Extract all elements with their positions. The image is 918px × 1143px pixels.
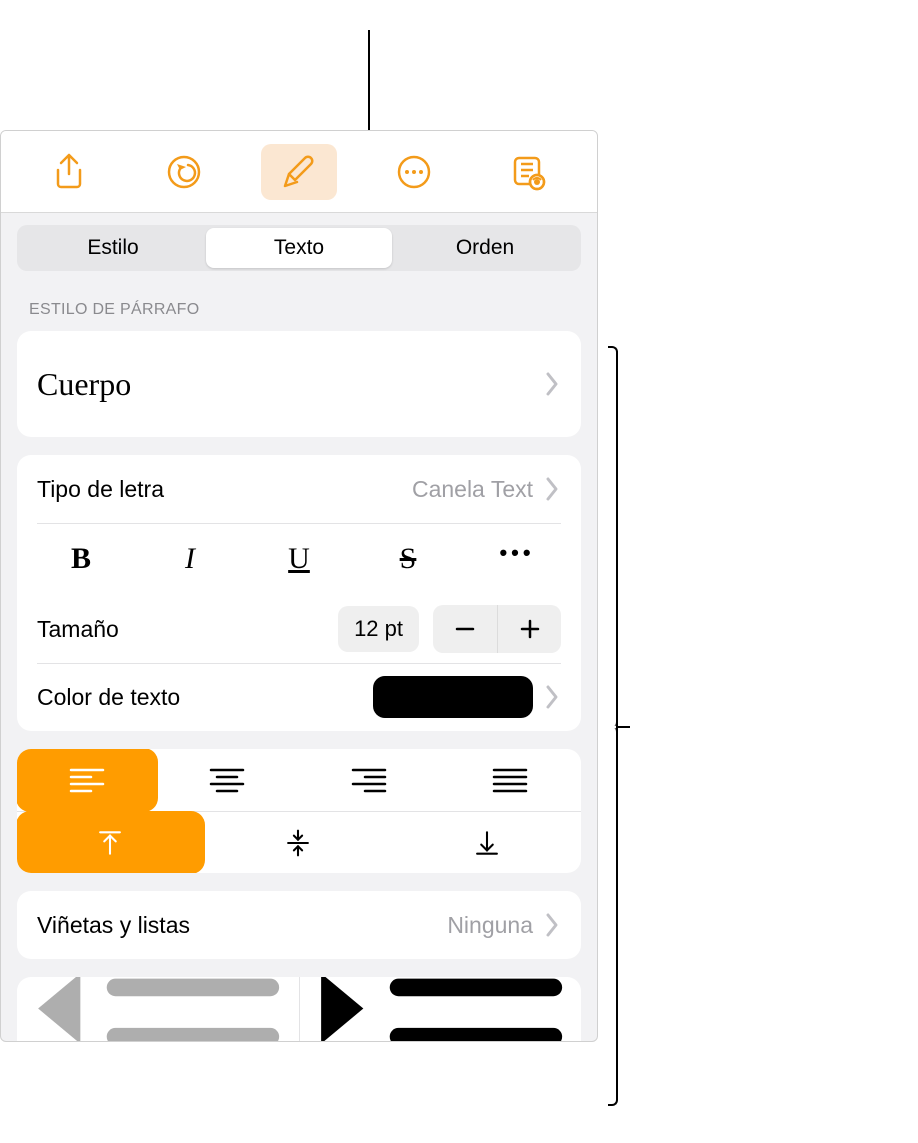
reader-icon bbox=[509, 152, 549, 192]
reader-button[interactable] bbox=[491, 144, 567, 200]
valign-middle-button[interactable] bbox=[204, 812, 393, 873]
chevron-right-icon bbox=[543, 370, 561, 398]
outdent-icon bbox=[17, 977, 299, 1041]
font-family-label: Tipo de letra bbox=[37, 476, 412, 503]
align-justify-icon bbox=[492, 766, 528, 794]
valign-middle-icon bbox=[280, 829, 316, 857]
undo-icon bbox=[164, 152, 204, 192]
underline-button[interactable]: U bbox=[255, 534, 343, 584]
alignment-card bbox=[17, 749, 581, 873]
font-family-value: Canela Text bbox=[412, 476, 533, 503]
bullets-value: Ninguna bbox=[447, 912, 533, 939]
chevron-right-icon bbox=[543, 475, 561, 503]
chevron-right-icon bbox=[543, 683, 561, 711]
plus-icon bbox=[519, 618, 541, 640]
font-style-row: B I U S ••• bbox=[17, 523, 581, 595]
bullets-card: Viñetas y listas Ninguna bbox=[17, 891, 581, 959]
horizontal-align-row bbox=[17, 749, 581, 811]
undo-button[interactable] bbox=[146, 144, 222, 200]
chevron-right-icon bbox=[543, 911, 561, 939]
tab-segmented-control: Estilo Texto Orden bbox=[17, 225, 581, 271]
paragraph-style-card: Cuerpo bbox=[17, 331, 581, 437]
valign-bottom-button[interactable] bbox=[392, 812, 581, 873]
share-button[interactable] bbox=[31, 144, 107, 200]
valign-top-button[interactable] bbox=[17, 811, 205, 873]
align-left-icon bbox=[69, 766, 105, 794]
tab-segmented-wrap: Estilo Texto Orden bbox=[1, 213, 597, 271]
format-panel: Estilo Texto Orden ESTILO DE PÁRRAFO Cue… bbox=[0, 130, 598, 1042]
valign-top-icon bbox=[92, 829, 128, 857]
font-size-value[interactable]: 12 pt bbox=[338, 606, 419, 652]
minus-icon bbox=[454, 618, 476, 640]
callout-brace-right bbox=[608, 346, 632, 1106]
format-brush-icon bbox=[279, 152, 319, 192]
align-center-icon bbox=[209, 766, 245, 794]
outdent-button[interactable] bbox=[17, 977, 299, 1041]
callout-line-top bbox=[368, 30, 370, 140]
font-size-stepper bbox=[433, 605, 561, 653]
text-color-swatch[interactable] bbox=[373, 676, 533, 718]
valign-bottom-icon bbox=[469, 829, 505, 857]
font-card: Tipo de letra Canela Text B I U S ••• Ta… bbox=[17, 455, 581, 731]
text-color-label: Color de texto bbox=[37, 684, 373, 711]
font-size-label: Tamaño bbox=[37, 616, 338, 643]
size-decrease-button[interactable] bbox=[433, 605, 497, 653]
section-label-paragraph-style: ESTILO DE PÁRRAFO bbox=[1, 271, 597, 331]
tab-order[interactable]: Orden bbox=[392, 228, 578, 268]
more-circle-icon bbox=[394, 152, 434, 192]
paragraph-style-row[interactable]: Cuerpo bbox=[17, 331, 581, 437]
tab-text[interactable]: Texto bbox=[206, 228, 392, 268]
more-button[interactable] bbox=[376, 144, 452, 200]
tab-style[interactable]: Estilo bbox=[20, 228, 206, 268]
align-left-button[interactable] bbox=[17, 749, 158, 812]
size-increase-button[interactable] bbox=[497, 605, 561, 653]
bullets-label: Viñetas y listas bbox=[37, 912, 447, 939]
indent-icon bbox=[300, 977, 582, 1041]
share-icon bbox=[49, 152, 89, 192]
format-button[interactable] bbox=[261, 144, 337, 200]
paragraph-style-value: Cuerpo bbox=[37, 354, 543, 415]
indent-card bbox=[17, 977, 581, 1041]
align-right-icon bbox=[351, 766, 387, 794]
align-center-button[interactable] bbox=[157, 749, 299, 811]
font-family-row[interactable]: Tipo de letra Canela Text bbox=[17, 455, 581, 523]
font-size-row: Tamaño 12 pt bbox=[17, 595, 581, 663]
align-justify-button[interactable] bbox=[440, 749, 582, 811]
strikethrough-button[interactable]: S bbox=[364, 534, 452, 584]
align-right-button[interactable] bbox=[298, 749, 440, 811]
text-color-row[interactable]: Color de texto bbox=[17, 663, 581, 731]
panel-toolbar bbox=[1, 131, 597, 213]
callout-brace-tip bbox=[616, 726, 630, 728]
font-more-button[interactable]: ••• bbox=[473, 528, 561, 578]
italic-button[interactable]: I bbox=[146, 534, 234, 584]
bold-button[interactable]: B bbox=[37, 534, 125, 584]
bullets-row[interactable]: Viñetas y listas Ninguna bbox=[17, 891, 581, 959]
indent-button[interactable] bbox=[299, 977, 582, 1041]
vertical-align-row bbox=[17, 811, 581, 873]
